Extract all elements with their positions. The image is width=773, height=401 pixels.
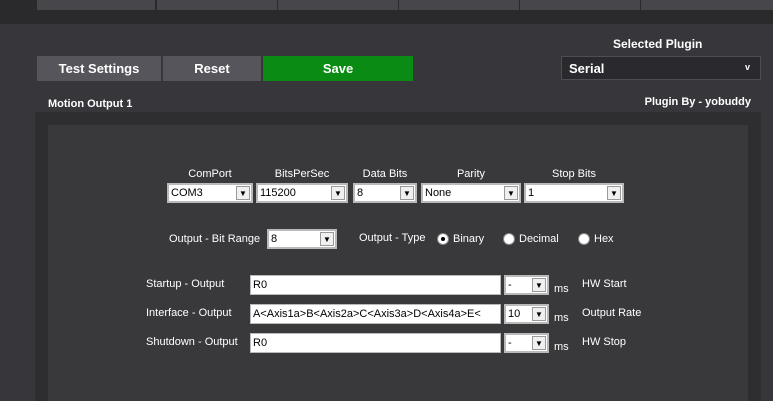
output-rate-label: Output Rate [582,307,642,319]
stop-bits-select[interactable]: 1 ▼ [524,183,624,203]
top-strip-shadow [0,10,773,24]
plugin-select-value: Serial [569,61,605,76]
test-settings-button[interactable]: Test Settings [37,56,161,81]
parity-select[interactable]: None ▼ [421,183,521,203]
top-tab-2[interactable] [157,0,278,10]
reset-button[interactable]: Reset [163,56,261,81]
startup-ms-unit: ms [554,283,569,295]
settings-panel [48,125,748,401]
shutdown-ms-value: - [508,337,512,349]
radio-unselected-icon [503,233,515,245]
shutdown-output-label: Shutdown - Output [146,336,238,348]
interface-output-value: A<Axis1a>B<Axis2a>C<Axis3a>D<Axis4a>E< [253,308,481,320]
startup-output-value: R0 [253,279,268,291]
bit-range-label: Output - Bit Range [169,233,261,245]
startup-ms-value: - [508,279,512,291]
section-title: Motion Output 1 [48,98,133,110]
output-type-label: Output - Type [359,232,426,244]
radio-decimal-label: Decimal [519,233,559,245]
top-tab-3[interactable] [278,0,399,10]
top-tab-4[interactable] [399,0,520,10]
chevron-down-icon[interactable]: ▼ [331,186,345,200]
shutdown-ms-unit: ms [554,341,569,353]
radio-hex-label: Hex [594,233,614,245]
data-bits-value: 8 [357,187,364,199]
bits-per-sec-select[interactable]: 115200 ▼ [256,183,348,203]
bit-range-value: 8 [271,233,278,245]
output-rate-select[interactable]: 10 ▼ [504,304,549,324]
chevron-down-icon[interactable]: ▼ [504,186,518,200]
top-tab-strip [0,0,773,24]
hw-stop-label: HW Stop [582,336,627,348]
selected-plugin-label: Selected Plugin [613,37,703,51]
shutdown-ms-select[interactable]: - ▼ [504,333,549,353]
radio-binary-label: Binary [453,233,485,245]
hw-start-label: HW Start [582,278,627,290]
parity-label: Parity [456,168,486,180]
top-tab-6[interactable] [641,0,773,10]
chevron-down-icon[interactable]: ▼ [320,232,334,246]
chevron-down-icon: v [744,62,750,72]
startup-ms-select[interactable]: - ▼ [504,275,549,295]
startup-output-label: Startup - Output [146,278,225,290]
radio-selected-icon [437,233,449,245]
bits-per-sec-value: 115200 [260,187,296,199]
radio-unselected-icon [578,233,590,245]
output-rate-value: 10 [508,308,521,320]
stop-bits-value: 1 [528,187,535,199]
chevron-down-icon[interactable]: ▼ [236,186,250,200]
top-tab-5[interactable] [520,0,641,10]
plugin-author: Plugin By - yobuddy [644,96,751,108]
interface-ms-unit: ms [554,312,569,324]
save-button[interactable]: Save [263,56,413,81]
chevron-down-icon[interactable]: ▼ [532,307,546,321]
chevron-down-icon[interactable]: ▼ [532,336,546,350]
bits-per-sec-label: BitsPerSec [274,168,330,180]
interface-output-label: Interface - Output [146,307,232,319]
interface-output-input[interactable]: A<Axis1a>B<Axis2a>C<Axis3a>D<Axis4a>E< [250,304,501,324]
comport-select[interactable]: COM3 ▼ [167,183,253,203]
parity-value: None [425,187,452,199]
bit-range-select[interactable]: 8 ▼ [267,229,337,249]
chevron-down-icon[interactable]: ▼ [400,186,414,200]
shutdown-output-input[interactable]: R0 [250,333,501,353]
top-tab-1[interactable] [37,0,156,10]
plugin-select[interactable]: Serial v [561,56,761,80]
data-bits-select[interactable]: 8 ▼ [353,183,417,203]
chevron-down-icon[interactable]: ▼ [532,278,546,292]
data-bits-label: Data Bits [362,168,408,180]
shutdown-output-value: R0 [253,337,268,349]
comport-label: ComPort [188,168,232,180]
startup-output-input[interactable]: R0 [250,275,501,295]
stop-bits-label: Stop Bits [551,168,597,180]
chevron-down-icon[interactable]: ▼ [607,186,621,200]
comport-value: COM3 [171,187,203,199]
